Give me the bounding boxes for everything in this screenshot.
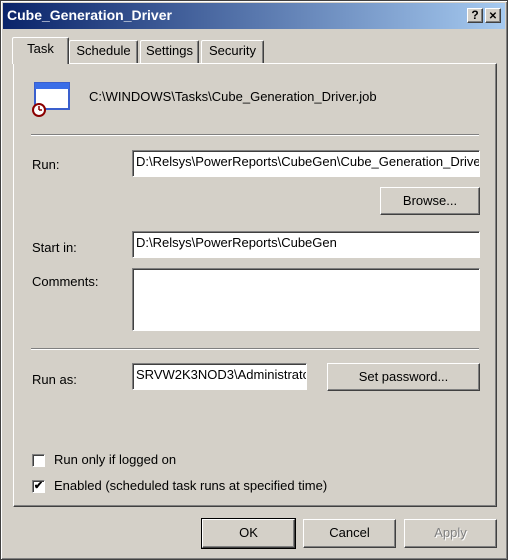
run-only-logged-on-label[interactable]: Run only if logged on — [54, 452, 176, 467]
start-in-label: Start in: — [32, 240, 77, 255]
apply-button-label: Apply — [434, 525, 467, 540]
run-field[interactable]: D:\Relsys\PowerReports\CubeGen\Cube_Gene… — [132, 150, 480, 177]
cancel-button-label: Cancel — [329, 525, 370, 540]
divider — [31, 348, 479, 350]
checkmark-icon: ✔ — [33, 480, 44, 492]
tab-task-label: Task — [27, 41, 54, 56]
help-icon: ? — [471, 8, 479, 22]
job-path: C:\WINDOWS\Tasks\Cube_Generation_Driver.… — [89, 89, 377, 104]
start-in-field[interactable]: D:\Relsys\PowerReports\CubeGen — [132, 231, 480, 258]
tab-task[interactable]: Task — [12, 37, 69, 64]
title-bar[interactable]: Cube_Generation_Driver ? ✕ — [3, 3, 505, 29]
run-as-label: Run as: — [32, 372, 77, 387]
tab-schedule-label: Schedule — [76, 43, 131, 58]
ok-button-label: OK — [239, 525, 258, 540]
tab-security-label: Security — [209, 43, 256, 58]
set-password-button-label: Set password... — [358, 369, 449, 384]
apply-button[interactable]: Apply — [404, 519, 497, 548]
scheduled-task-icon — [31, 81, 73, 117]
divider — [31, 134, 479, 136]
enabled-checkbox[interactable]: ✔ — [32, 480, 45, 493]
help-button[interactable]: ? — [467, 8, 483, 23]
tab-schedule[interactable]: Schedule — [69, 40, 138, 63]
close-button[interactable]: ✕ — [485, 8, 501, 23]
cancel-button[interactable]: Cancel — [303, 519, 396, 548]
run-as-field[interactable]: SRVW2K3NOD3\Administrator — [132, 363, 307, 390]
window-title: Cube_Generation_Driver — [7, 7, 172, 23]
close-icon: ✕ — [488, 11, 498, 22]
tab-settings-label: Settings — [146, 43, 193, 58]
task-properties-dialog: Cube_Generation_Driver ? ✕ Task Schedule… — [0, 0, 508, 560]
enabled-label[interactable]: Enabled (scheduled task runs at specifie… — [54, 478, 327, 493]
browse-button[interactable]: Browse... — [380, 187, 480, 215]
tab-settings[interactable]: Settings — [140, 40, 199, 63]
run-label: Run: — [32, 157, 60, 172]
browse-button-label: Browse... — [402, 193, 458, 208]
ok-button[interactable]: OK — [201, 518, 296, 549]
run-only-logged-on-checkbox[interactable] — [32, 454, 45, 467]
comments-label: Comments: — [32, 274, 99, 289]
tab-security[interactable]: Security — [201, 40, 264, 63]
comments-field[interactable] — [132, 268, 480, 331]
set-password-button[interactable]: Set password... — [327, 363, 480, 391]
